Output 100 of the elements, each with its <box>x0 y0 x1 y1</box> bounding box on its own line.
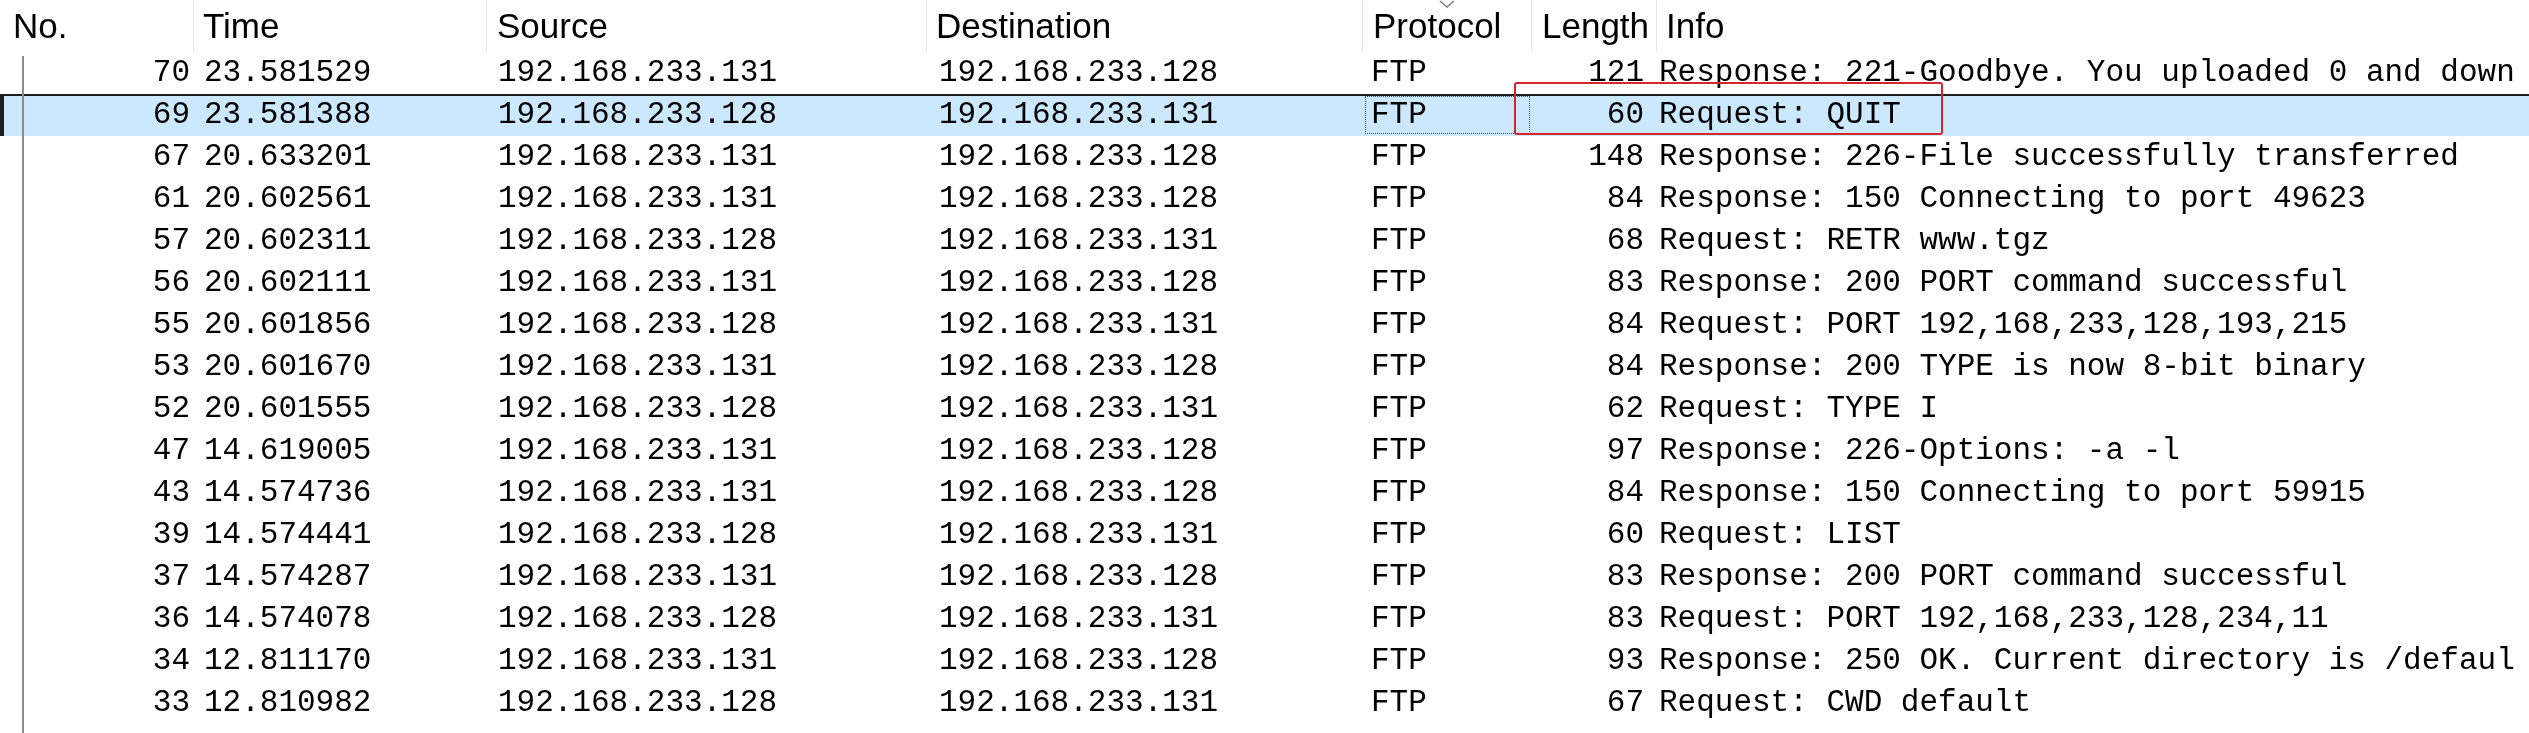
table-cell-text: 192.168.233.128 <box>938 642 1220 680</box>
table-cell-text: 192.168.233.128 <box>938 54 1220 92</box>
table-cell-text: 61 <box>151 180 191 218</box>
table-cell-text: Response: 150 Connecting to port 49623 <box>1658 180 2367 218</box>
table-cell-text: Request: PORT 192,168,233,128,193,215 <box>1658 306 2349 344</box>
packet-row[interactable]: 57 20.602311 192.168.233.128 192.168.233.131 FTP 68 Request: RETR www.tgz <box>0 220 2529 262</box>
table-cell-text: 192.168.233.128 <box>497 600 779 638</box>
table-cell-text: 192.168.233.128 <box>938 180 1220 218</box>
table-cell-text: FTP <box>1370 474 1428 512</box>
table-cell-text: Request: LIST <box>1658 516 1902 554</box>
packet-row[interactable]: 43 14.574736 192.168.233.131 192.168.233.128 FTP 84 Response: 150 Connecting to port 59915 <box>0 472 2529 514</box>
table-cell-text: FTP <box>1370 684 1428 722</box>
table-cell-text: 192.168.233.131 <box>938 600 1220 638</box>
table-cell-text: 192.168.233.128 <box>938 432 1220 470</box>
table-cell-text: 84 <box>1605 474 1645 512</box>
table-cell-text: 192.168.233.128 <box>938 264 1220 302</box>
table-cell-text: 14.574736 <box>203 474 373 512</box>
packet-row[interactable]: 69 23.581388 192.168.233.128 192.168.233.131 FTP 60 Request: QUIT <box>0 94 2529 136</box>
column-header[interactable]: Protocol <box>1363 0 1532 52</box>
table-cell-text: 23.581529 <box>203 54 373 92</box>
table-cell-text: FTP <box>1370 432 1428 470</box>
table-cell-text: 192.168.233.131 <box>497 432 779 470</box>
table-cell-text: Response: 200 TYPE is now 8-bit binary <box>1658 348 2367 386</box>
table-cell-text: 20.601856 <box>203 306 373 344</box>
table-cell-text: FTP <box>1370 306 1428 344</box>
table-cell-text: 84 <box>1605 348 1645 386</box>
packet-row[interactable]: 52 20.601555 192.168.233.128 192.168.233.131 FTP 62 Request: TYPE I <box>0 388 2529 430</box>
table-cell-text: 192.168.233.131 <box>497 474 779 512</box>
table-cell-text: 57 <box>151 222 191 260</box>
table-cell-text: 14.619005 <box>203 432 373 470</box>
packet-row[interactable]: 67 20.633201 192.168.233.131 192.168.233.128 FTP 148 Response: 226-File successfully transferred <box>0 136 2529 178</box>
table-cell-text: 67 <box>151 138 191 176</box>
table-cell-text: Response: 221-Goodbye. You uploaded 0 and down <box>1658 54 2516 92</box>
table-cell-text: 192.168.233.131 <box>497 264 779 302</box>
table-cell-text: 34 <box>151 642 191 680</box>
table-cell-text: 192.168.233.131 <box>938 684 1220 722</box>
table-cell-text: 83 <box>1605 600 1645 638</box>
table-cell-text: 121 <box>1587 54 1645 92</box>
table-cell-text: 83 <box>1605 558 1645 596</box>
packet-row[interactable]: 39 14.574441 192.168.233.128 192.168.233.131 FTP 60 Request: LIST <box>0 514 2529 556</box>
table-cell-text: 192.168.233.128 <box>938 558 1220 596</box>
table-cell-text: 192.168.233.128 <box>497 684 779 722</box>
table-cell-text: FTP <box>1370 264 1428 302</box>
column-header[interactable]: Info <box>1657 0 2529 52</box>
table-cell-text: FTP <box>1370 348 1428 386</box>
table-cell-text: 12.810982 <box>203 684 373 722</box>
table-cell-text: Response: 200 PORT command successful <box>1658 264 2349 302</box>
column-header[interactable]: No. <box>0 0 194 52</box>
table-cell-text: 93 <box>1605 642 1645 680</box>
table-cell-text: Response: 250 OK. Current directory is /defaul <box>1658 642 2516 680</box>
table-cell-text: 20.601670 <box>203 348 373 386</box>
table-cell-text: 192.168.233.131 <box>497 558 779 596</box>
packet-row[interactable]: 55 20.601856 192.168.233.128 192.168.233.131 FTP 84 Request: PORT 192,168,233,128,193,215 <box>0 304 2529 346</box>
table-cell-text: 192.168.233.128 <box>497 390 779 428</box>
table-cell: FTP <box>1363 94 1532 136</box>
packet-row[interactable]: 56 20.602111 192.168.233.131 192.168.233.128 FTP 83 Response: 200 PORT command successful <box>0 262 2529 304</box>
packet-row[interactable]: 33 12.810982 192.168.233.128 192.168.233.131 FTP 67 Request: CWD default <box>0 682 2529 724</box>
packet-row[interactable]: 34 12.811170 192.168.233.131 192.168.233.128 FTP 93 Response: 250 OK. Current directory is /defaul <box>0 640 2529 682</box>
table-cell-text: FTP <box>1370 558 1428 596</box>
table-cell-text: Response: 200 PORT command successful <box>1658 558 2349 596</box>
table-cell-text: 67 <box>1605 684 1645 722</box>
packet-row[interactable]: 53 20.601670 192.168.233.131 192.168.233.128 FTP 84 Response: 200 TYPE is now 8-bit binary <box>0 346 2529 388</box>
packet-row[interactable]: 61 20.602561 192.168.233.131 192.168.233.128 FTP 84 Response: 150 Connecting to port 49623 <box>0 178 2529 220</box>
table-cell-text: 37 <box>151 558 191 596</box>
column-header[interactable]: Length <box>1532 0 1657 52</box>
table-cell-text: 84 <box>1605 180 1645 218</box>
table-cell-text: 20.602311 <box>203 222 373 260</box>
table-cell-text: 62 <box>1605 390 1645 428</box>
table-cell-text: FTP <box>1370 54 1428 92</box>
packet-row[interactable]: 37 14.574287 192.168.233.131 192.168.233.128 FTP 83 Response: 200 PORT command successful <box>0 556 2529 598</box>
table-cell-text: Request: RETR www.tgz <box>1658 222 2051 260</box>
table-cell-text: 55 <box>151 306 191 344</box>
table-cell-text: 97 <box>1605 432 1645 470</box>
table-cell-text: Response: 226-Options: -a -l <box>1658 432 2181 470</box>
table-cell-text: 192.168.233.131 <box>497 642 779 680</box>
table-cell-text: 192.168.233.128 <box>497 222 779 260</box>
column-header[interactable]: Source <box>487 0 927 52</box>
column-header[interactable]: Destination <box>927 0 1363 52</box>
table-cell-text: 39 <box>151 516 191 554</box>
column-header[interactable]: Time <box>194 0 487 52</box>
table-cell-text: FTP <box>1370 180 1428 218</box>
table-cell-text: 192.168.233.128 <box>497 306 779 344</box>
table-cell-text: 60 <box>1605 96 1645 134</box>
table-cell-text: 192.168.233.131 <box>497 180 779 218</box>
packet-row[interactable]: 47 14.619005 192.168.233.131 192.168.233.128 FTP 97 Response: 226-Options: -a -l <box>0 430 2529 472</box>
packet-row[interactable]: 36 14.574078 192.168.233.128 192.168.233.131 FTP 83 Request: PORT 192,168,233,128,234,11 <box>0 598 2529 640</box>
table-cell-text: 70 <box>151 54 191 92</box>
table-cell-text: 14.574287 <box>203 558 373 596</box>
table-cell-text: 20.601555 <box>203 390 373 428</box>
table-cell-text: 192.168.233.131 <box>497 348 779 386</box>
table-cell-text: 192.168.233.128 <box>938 138 1220 176</box>
table-cell-text: Request: QUIT <box>1658 96 1902 134</box>
table-cell-text: FTP <box>1370 516 1428 554</box>
table-cell-text: 14.574441 <box>203 516 373 554</box>
table-cell-text: 33 <box>151 684 191 722</box>
table-cell-text: 192.168.233.131 <box>497 54 779 92</box>
table-cell-text: 20.602111 <box>203 264 373 302</box>
table-cell-text: 192.168.233.128 <box>938 348 1220 386</box>
packet-row[interactable]: 70 23.581529 192.168.233.131 192.168.233.128 FTP 121 Response: 221-Goodbye. You uploaded 0 and down <box>0 52 2529 94</box>
table-cell-text: FTP <box>1370 390 1428 428</box>
